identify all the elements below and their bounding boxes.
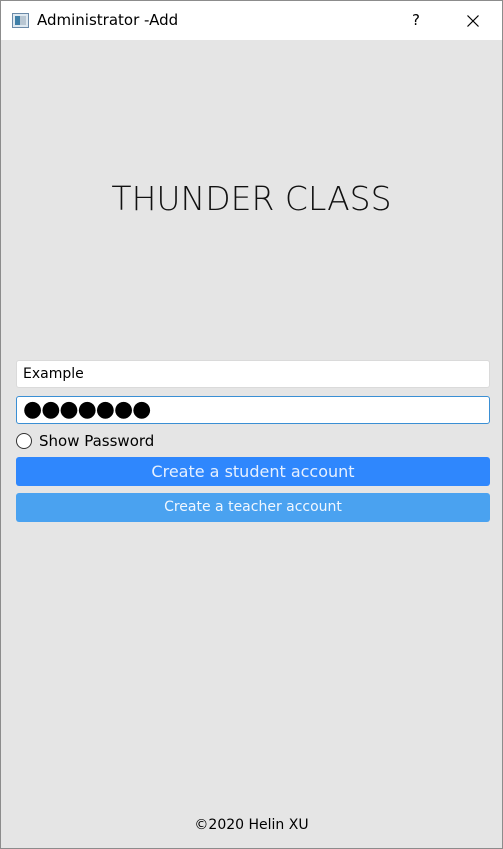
window-app-icon (12, 13, 29, 28)
close-button[interactable] (453, 1, 493, 40)
show-password-radio[interactable] (16, 433, 32, 449)
username-input[interactable]: Example (16, 360, 490, 388)
create-student-account-button[interactable]: Create a student account (16, 457, 490, 486)
create-teacher-account-button[interactable]: Create a teacher account (16, 493, 490, 522)
app-window: Administrator -Add ? THUNDER CLASS Examp… (0, 0, 503, 849)
show-password-label[interactable]: Show Password (39, 432, 154, 450)
close-icon (467, 15, 479, 27)
copyright-footer: ©2020 Helin XU (194, 817, 309, 833)
show-password-toggle[interactable]: Show Password (16, 431, 154, 451)
title-bar: Administrator -Add ? (1, 1, 502, 40)
window-title: Administrator -Add (37, 11, 179, 29)
password-input[interactable]: ●●●●●●● (16, 396, 490, 424)
help-button[interactable]: ? (397, 1, 435, 40)
app-brand-title: THUNDER CLASS (111, 179, 392, 218)
